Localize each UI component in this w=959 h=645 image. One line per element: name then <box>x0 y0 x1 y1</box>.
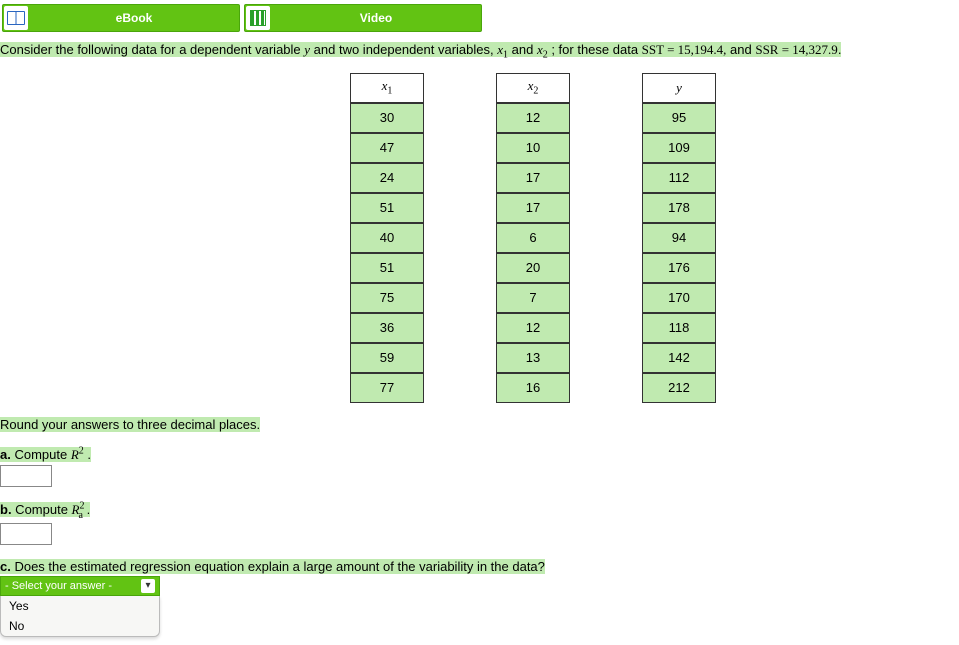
table-row: 77 16 212 <box>350 373 716 403</box>
cell-y: 95 <box>642 103 716 133</box>
ebook-label: eBook <box>29 11 239 25</box>
video-button[interactable]: Video <box>244 4 482 32</box>
answer-a-input[interactable] <box>0 465 52 487</box>
cell-x1: 36 <box>350 313 424 343</box>
cell-x2: 12 <box>496 313 570 343</box>
ebook-button[interactable]: eBook <box>2 4 240 32</box>
cell-y: 94 <box>642 223 716 253</box>
cell-y: 176 <box>642 253 716 283</box>
cell-x1: 47 <box>350 133 424 163</box>
cell-x1: 75 <box>350 283 424 313</box>
select-option[interactable]: No <box>1 616 159 636</box>
cell-x2: 13 <box>496 343 570 373</box>
col-x2-header: x2 <box>496 73 570 103</box>
cell-x1: 30 <box>350 103 424 133</box>
cell-y: 142 <box>642 343 716 373</box>
cell-y: 109 <box>642 133 716 163</box>
round-instruction: Round your answers to three decimal plac… <box>0 417 959 432</box>
answer-c-select[interactable]: - Select your answer - ▾ YesNo <box>0 576 160 637</box>
table-row: 36 12 118 <box>350 313 716 343</box>
book-icon <box>4 6 28 30</box>
table-row: 30 12 95 <box>350 103 716 133</box>
col-x1-header: x1 <box>350 73 424 103</box>
part-c: c. Does the estimated regression equatio… <box>0 559 959 637</box>
part-b: b. Compute R2a . <box>0 501 959 545</box>
data-table: x1 x2 y 30 12 95 47 10 109 24 17 112 51 17 178 40 6 94… <box>350 73 716 403</box>
cell-x2: 17 <box>496 163 570 193</box>
table-row: 59 13 142 <box>350 343 716 373</box>
col-y-header: y <box>642 73 716 103</box>
table-row: 51 20 176 <box>350 253 716 283</box>
cell-x1: 51 <box>350 193 424 223</box>
part-a: a. Compute R2 . <box>0 446 959 487</box>
answer-b-input[interactable] <box>0 523 52 545</box>
question-text: Consider the following data for a depend… <box>0 36 959 65</box>
cell-y: 118 <box>642 313 716 343</box>
table-row: 47 10 109 <box>350 133 716 163</box>
cell-x2: 20 <box>496 253 570 283</box>
cell-y: 170 <box>642 283 716 313</box>
select-option[interactable]: Yes <box>1 596 159 616</box>
cell-x2: 7 <box>496 283 570 313</box>
cell-y: 212 <box>642 373 716 403</box>
cell-x2: 17 <box>496 193 570 223</box>
select-header[interactable]: - Select your answer - ▾ <box>0 576 160 596</box>
cell-y: 112 <box>642 163 716 193</box>
cell-x1: 77 <box>350 373 424 403</box>
top-bar: eBook Video <box>0 0 959 36</box>
video-icon <box>246 6 270 30</box>
table-row: 40 6 94 <box>350 223 716 253</box>
cell-y: 178 <box>642 193 716 223</box>
chevron-down-icon: ▾ <box>141 579 155 593</box>
select-placeholder: - Select your answer - <box>5 580 112 592</box>
cell-x1: 24 <box>350 163 424 193</box>
cell-x1: 59 <box>350 343 424 373</box>
cell-x1: 40 <box>350 223 424 253</box>
cell-x2: 12 <box>496 103 570 133</box>
video-label: Video <box>271 11 481 25</box>
table-row: 51 17 178 <box>350 193 716 223</box>
select-options: YesNo <box>0 596 160 637</box>
cell-x1: 51 <box>350 253 424 283</box>
table-row: 75 7 170 <box>350 283 716 313</box>
cell-x2: 10 <box>496 133 570 163</box>
cell-x2: 16 <box>496 373 570 403</box>
cell-x2: 6 <box>496 223 570 253</box>
table-row: 24 17 112 <box>350 163 716 193</box>
